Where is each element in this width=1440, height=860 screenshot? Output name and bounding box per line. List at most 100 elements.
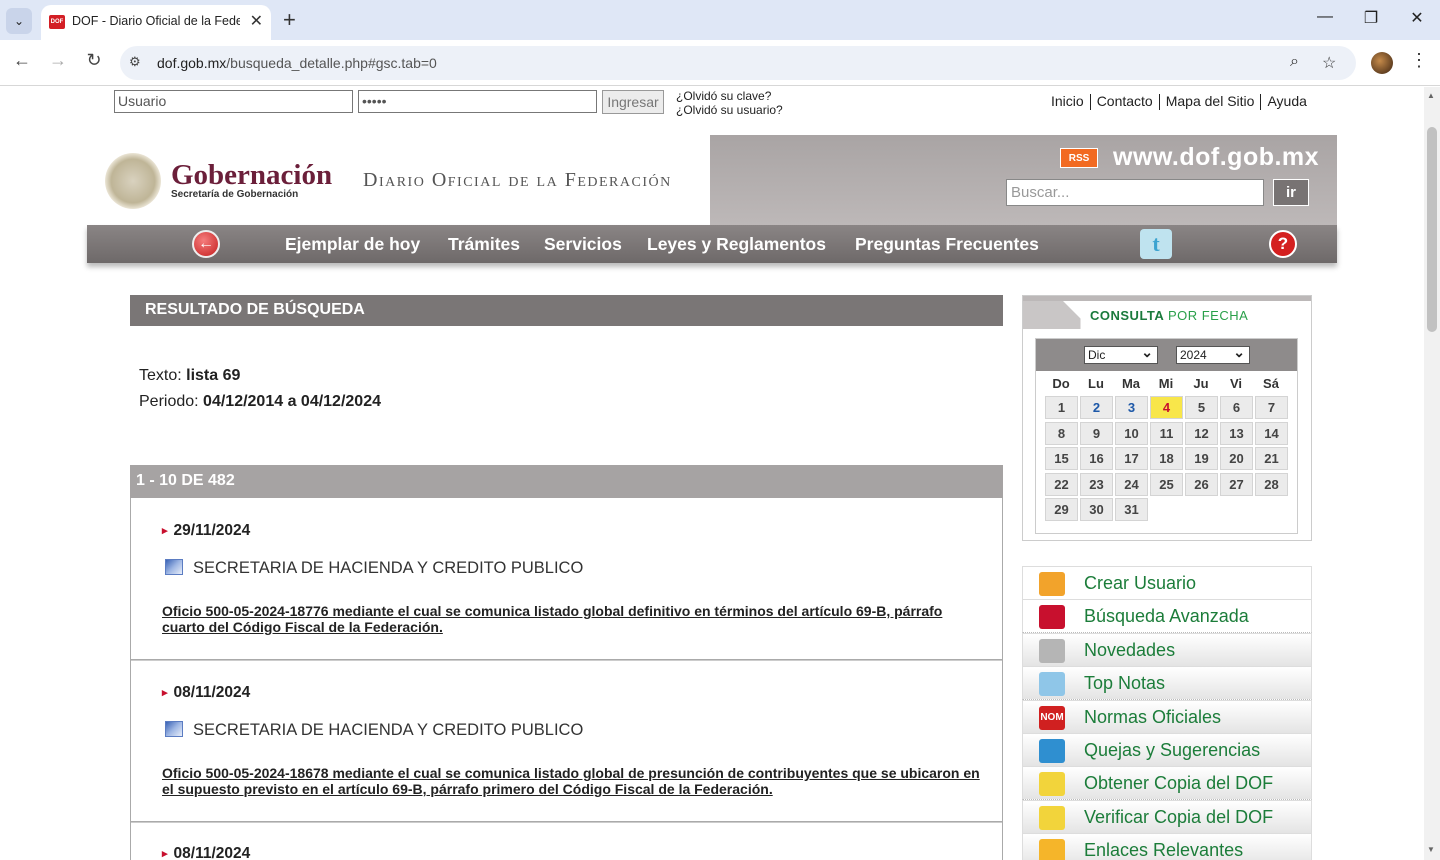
month-select[interactable]: Dic [1084, 344, 1158, 364]
side-menu-item[interactable]: Búsqueda Avanzada [1022, 599, 1312, 634]
password-field[interactable]: ••••• [358, 90, 597, 113]
top-link-inicio[interactable]: Inicio [1051, 93, 1084, 109]
calendar-day[interactable]: 20 [1220, 447, 1253, 470]
calendar-day[interactable]: 9 [1080, 421, 1113, 445]
main-nav: ← Ejemplar de hoy Trámites Servicios Ley… [87, 225, 1337, 263]
calendar-day[interactable]: 26 [1185, 472, 1218, 496]
address-bar[interactable]: ⚙ dof.gob.mx/busqueda_detalle.php#gsc.ta… [120, 46, 1356, 80]
mexico-seal-icon [105, 153, 161, 209]
calendar-day[interactable]: 18 [1150, 447, 1183, 470]
url-text[interactable]: dof.gob.mx/busqueda_detalle.php#gsc.tab=… [157, 55, 437, 71]
nav-preguntas-frecuentes[interactable]: Preguntas Frecuentes [855, 234, 1039, 255]
side-menu-item[interactable]: Quejas y Sugerencias [1022, 733, 1312, 767]
calendar-day[interactable]: 13 [1220, 421, 1253, 445]
new-tab-icon[interactable]: + [283, 7, 296, 33]
calendar-day[interactable]: 23 [1080, 472, 1113, 496]
calendar-body: Dic 2024 DoLuMaMiJuViSá12345678910111213… [1035, 338, 1298, 534]
side-menu-item[interactable]: Top Notas [1022, 666, 1312, 701]
calendar-day[interactable]: 7 [1255, 396, 1288, 419]
brand-area[interactable]: Gobernación Secretaría de Gobernación Di… [87, 135, 710, 225]
tab-search-button[interactable]: ⌄ [6, 8, 32, 34]
top-link-mapa[interactable]: Mapa del Sitio [1166, 93, 1255, 109]
window-close-icon[interactable]: ✕ [1402, 8, 1432, 28]
side-menu-label: Top Notas [1084, 673, 1166, 694]
browser-menu-icon[interactable]: ⋮ [1410, 50, 1428, 71]
calendar-selectors: Dic 2024 [1036, 339, 1297, 371]
calendar-day[interactable]: 11 [1150, 421, 1183, 445]
side-menu-item[interactable]: Crear Usuario [1022, 566, 1312, 600]
side-menu-label: Verificar Copia del DOF [1084, 806, 1274, 827]
site-info-icon[interactable]: ⚙ [129, 54, 141, 70]
forgot-user-link[interactable]: ¿Olvidó su usuario? [676, 103, 783, 117]
browser-tab[interactable]: DOF DOF - Diario Oficial de la Federació… [41, 5, 271, 40]
side-menu-item[interactable]: Verificar Copia del DOF [1022, 799, 1312, 834]
calendar-day[interactable]: 12 [1185, 421, 1218, 445]
calendar-day[interactable]: 25 [1150, 472, 1183, 496]
user-add-icon [1039, 572, 1065, 596]
rss-icon[interactable]: RSS [1060, 148, 1098, 168]
bookmark-star-icon[interactable]: ☆ [1322, 53, 1336, 73]
nav-ejemplar-de-hoy[interactable]: Ejemplar de hoy [285, 234, 420, 255]
brand-subtitle: Secretaría de Gobernación [171, 189, 299, 200]
reload-icon[interactable]: ↻ [81, 50, 107, 71]
scroll-thumb[interactable] [1427, 127, 1437, 332]
weekday-header: Ma [1121, 376, 1141, 391]
site-search-button[interactable]: ir [1273, 179, 1309, 206]
help-icon[interactable]: ? [1269, 230, 1297, 258]
result-title-link[interactable]: Oficio 500-05-2024-18776 mediante el cua… [162, 603, 982, 635]
calendar-day[interactable]: 10 [1115, 421, 1148, 445]
calendar-day[interactable]: 6 [1220, 396, 1253, 419]
calendar-day[interactable]: 28 [1255, 472, 1288, 496]
forgot-password-link[interactable]: ¿Olvidó su clave? [676, 89, 771, 103]
nav-servicios[interactable]: Servicios [544, 234, 622, 255]
calendar-day[interactable]: 27 [1220, 472, 1253, 496]
login-button[interactable]: Ingresar [602, 90, 664, 114]
zoom-icon[interactable]: ⌕ [1290, 53, 1299, 71]
page-scrollbar[interactable]: ▲ ▼ [1424, 87, 1440, 860]
calendar-day[interactable]: 21 [1255, 447, 1288, 470]
calendar-title: CONSULTA POR FECHA [1090, 308, 1249, 323]
calendar-day[interactable]: 8 [1045, 421, 1078, 445]
calendar-day[interactable]: 22 [1045, 472, 1078, 496]
back-arrow-icon[interactable]: ← [192, 230, 220, 258]
twitter-icon[interactable]: t [1140, 229, 1172, 259]
top-link-contacto[interactable]: Contacto [1097, 93, 1153, 109]
query-text: Texto: lista 69 [139, 367, 241, 384]
nav-tramites[interactable]: Trámites [448, 234, 520, 255]
calendar-day[interactable]: 5 [1185, 396, 1218, 419]
calendar-day[interactable]: 17 [1115, 447, 1148, 470]
scroll-down-icon[interactable]: ▼ [1427, 845, 1435, 854]
weekday-header: Lu [1088, 376, 1104, 391]
calendar-day[interactable]: 1 [1045, 396, 1078, 419]
calendar-day[interactable]: 2 [1080, 396, 1113, 419]
tab-close-icon[interactable]: ✕ [250, 11, 263, 31]
calendar-day[interactable]: 24 [1115, 472, 1148, 496]
minimize-icon[interactable]: — [1310, 8, 1340, 26]
calendar-day[interactable]: 16 [1080, 447, 1113, 470]
maximize-icon[interactable]: ❐ [1356, 8, 1386, 28]
result-title-link[interactable]: Oficio 500-05-2024-18678 mediante el cua… [162, 765, 982, 797]
profile-avatar[interactable] [1371, 52, 1393, 74]
side-menu-item[interactable]: Obtener Copia del DOF [1022, 766, 1312, 801]
dof-title: Diario Oficial de la Federación [363, 169, 672, 191]
mailbox-icon [1039, 739, 1065, 763]
calendar-day[interactable]: 15 [1045, 447, 1078, 470]
back-icon[interactable]: ← [9, 50, 35, 71]
site-search-input[interactable]: Buscar... [1006, 179, 1264, 206]
calendar-day[interactable]: 3 [1115, 396, 1148, 419]
calendar-day[interactable]: 29 [1045, 498, 1078, 521]
calendar-day[interactable]: 19 [1185, 447, 1218, 470]
username-field[interactable]: Usuario [114, 90, 353, 113]
calendar-day[interactable]: 31 [1115, 498, 1148, 521]
side-menu-item[interactable]: Novedades [1022, 632, 1312, 667]
side-menu-item[interactable]: NOM Normas Oficiales [1022, 699, 1312, 734]
year-select[interactable]: 2024 [1176, 344, 1250, 364]
scroll-up-icon[interactable]: ▲ [1427, 91, 1435, 100]
nav-leyes-y-reglamentos[interactable]: Leyes y Reglamentos [647, 234, 826, 255]
side-menu-item[interactable]: Enlaces Relevantes [1022, 833, 1312, 860]
forward-icon[interactable]: → [45, 50, 71, 71]
top-link-ayuda[interactable]: Ayuda [1267, 93, 1306, 109]
calendar-day[interactable]: 30 [1080, 498, 1113, 521]
calendar-day[interactable]: 4 [1150, 396, 1183, 419]
calendar-day[interactable]: 14 [1255, 421, 1288, 445]
